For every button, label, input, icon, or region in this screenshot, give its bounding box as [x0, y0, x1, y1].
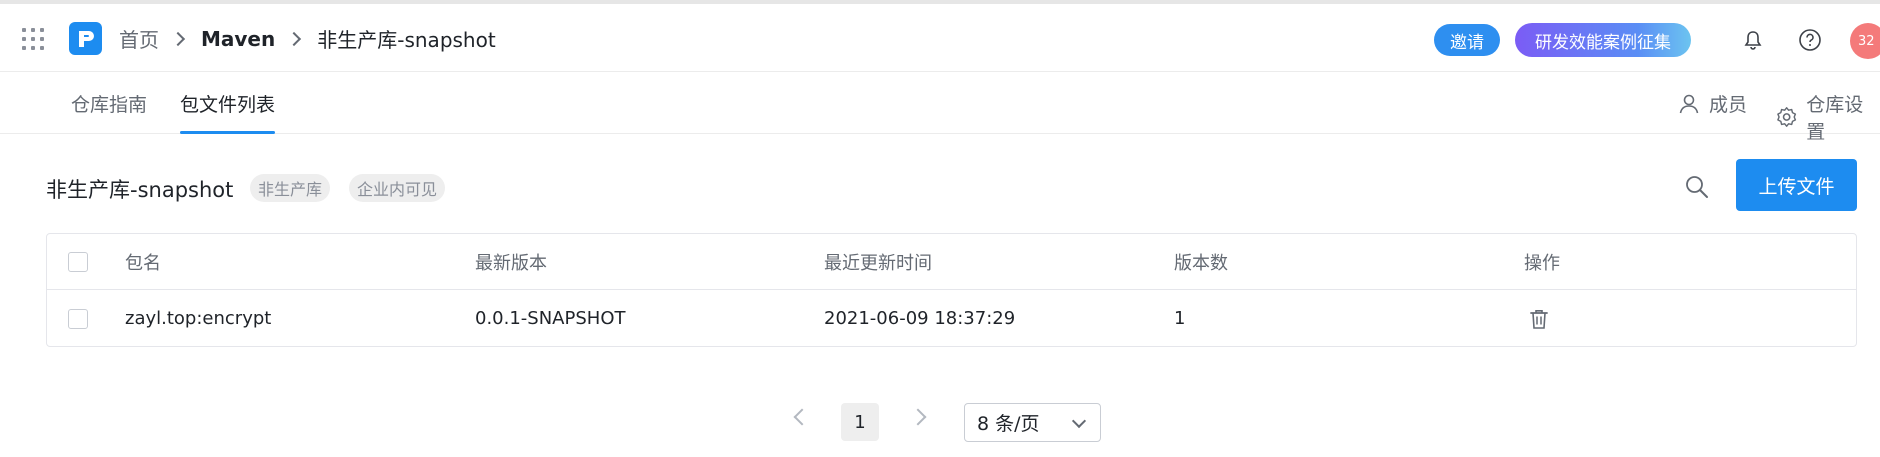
breadcrumb-repo-type[interactable]: Maven [201, 27, 275, 51]
settings-label: 仓库设置 [1806, 94, 1864, 143]
repo-tabs: 仓库指南 包文件列表 成员 仓库设置 [0, 72, 1880, 143]
breadcrumb: 首页 Maven 非生产库-snapshot [119, 22, 496, 55]
chevron-down-icon [1071, 413, 1087, 429]
select-all-checkbox[interactable] [68, 251, 88, 272]
latest-version: 0.0.1-SNAPSHOT [475, 308, 626, 329]
column-header-actions: 操作 [1524, 252, 1560, 274]
column-header-name: 包名 [125, 252, 161, 274]
package-table: 包名 最新版本 最近更新时间 版本数 操作 zayl.top:encrypt 0… [46, 233, 1857, 347]
top-header: 首页 Maven 非生产库-snapshot 邀请 研发效能案例征集 32 [0, 4, 1880, 72]
breadcrumb-repo-name[interactable]: 非生产库-snapshot [317, 24, 495, 53]
breadcrumb-home[interactable]: 首页 [119, 24, 159, 53]
version-count: 1 [1174, 308, 1186, 329]
help-icon[interactable] [1798, 28, 1822, 52]
page-size-select[interactable]: 8 条/页 [964, 403, 1101, 442]
table-header: 包名 最新版本 最近更新时间 版本数 操作 [47, 234, 1856, 290]
column-header-updated-at: 最近更新时间 [824, 252, 932, 274]
search-icon[interactable] [1683, 173, 1711, 201]
chevron-right-icon [287, 31, 302, 46]
tag-nonprod: 非生产库 [250, 174, 331, 202]
row-checkbox[interactable] [68, 308, 88, 329]
apps-grid-icon[interactable] [22, 28, 44, 50]
members-label: 成员 [1709, 94, 1748, 116]
repo-title: 非生产库-snapshot [46, 178, 234, 202]
user-icon [1679, 94, 1699, 113]
bell-icon[interactable] [1741, 28, 1765, 52]
table-row: zayl.top:encrypt 0.0.1-SNAPSHOT 2021-06-… [47, 290, 1856, 347]
avatar[interactable]: 32 [1850, 23, 1880, 59]
tab-files[interactable]: 包文件列表 [180, 90, 276, 134]
chevron-right-icon [170, 31, 186, 46]
campaign-button[interactable]: 研发效能案例征集 [1515, 23, 1691, 57]
package-name-link[interactable]: zayl.top:encrypt [125, 290, 271, 347]
logo-icon[interactable] [69, 22, 102, 55]
tag-visibility: 企业内可见 [349, 174, 446, 202]
members-link[interactable]: 成员 [1677, 90, 1747, 117]
column-header-version-count: 版本数 [1174, 252, 1228, 274]
gear-icon [1777, 107, 1797, 127]
settings-link[interactable]: 仓库设置 [1775, 90, 1880, 144]
updated-at: 2021-06-09 18:37:29 [824, 308, 1016, 329]
next-page-icon[interactable] [909, 408, 927, 426]
previous-page-icon[interactable] [793, 408, 811, 426]
page-number[interactable]: 1 [841, 403, 879, 441]
delete-icon[interactable] [1527, 290, 1551, 347]
tab-guide[interactable]: 仓库指南 [71, 90, 147, 134]
invite-button[interactable]: 邀请 [1434, 24, 1500, 56]
upload-file-button[interactable]: 上传文件 [1736, 159, 1857, 211]
column-header-latest-version: 最新版本 [475, 252, 547, 274]
page-size-value: 8 条/页 [977, 413, 1040, 435]
